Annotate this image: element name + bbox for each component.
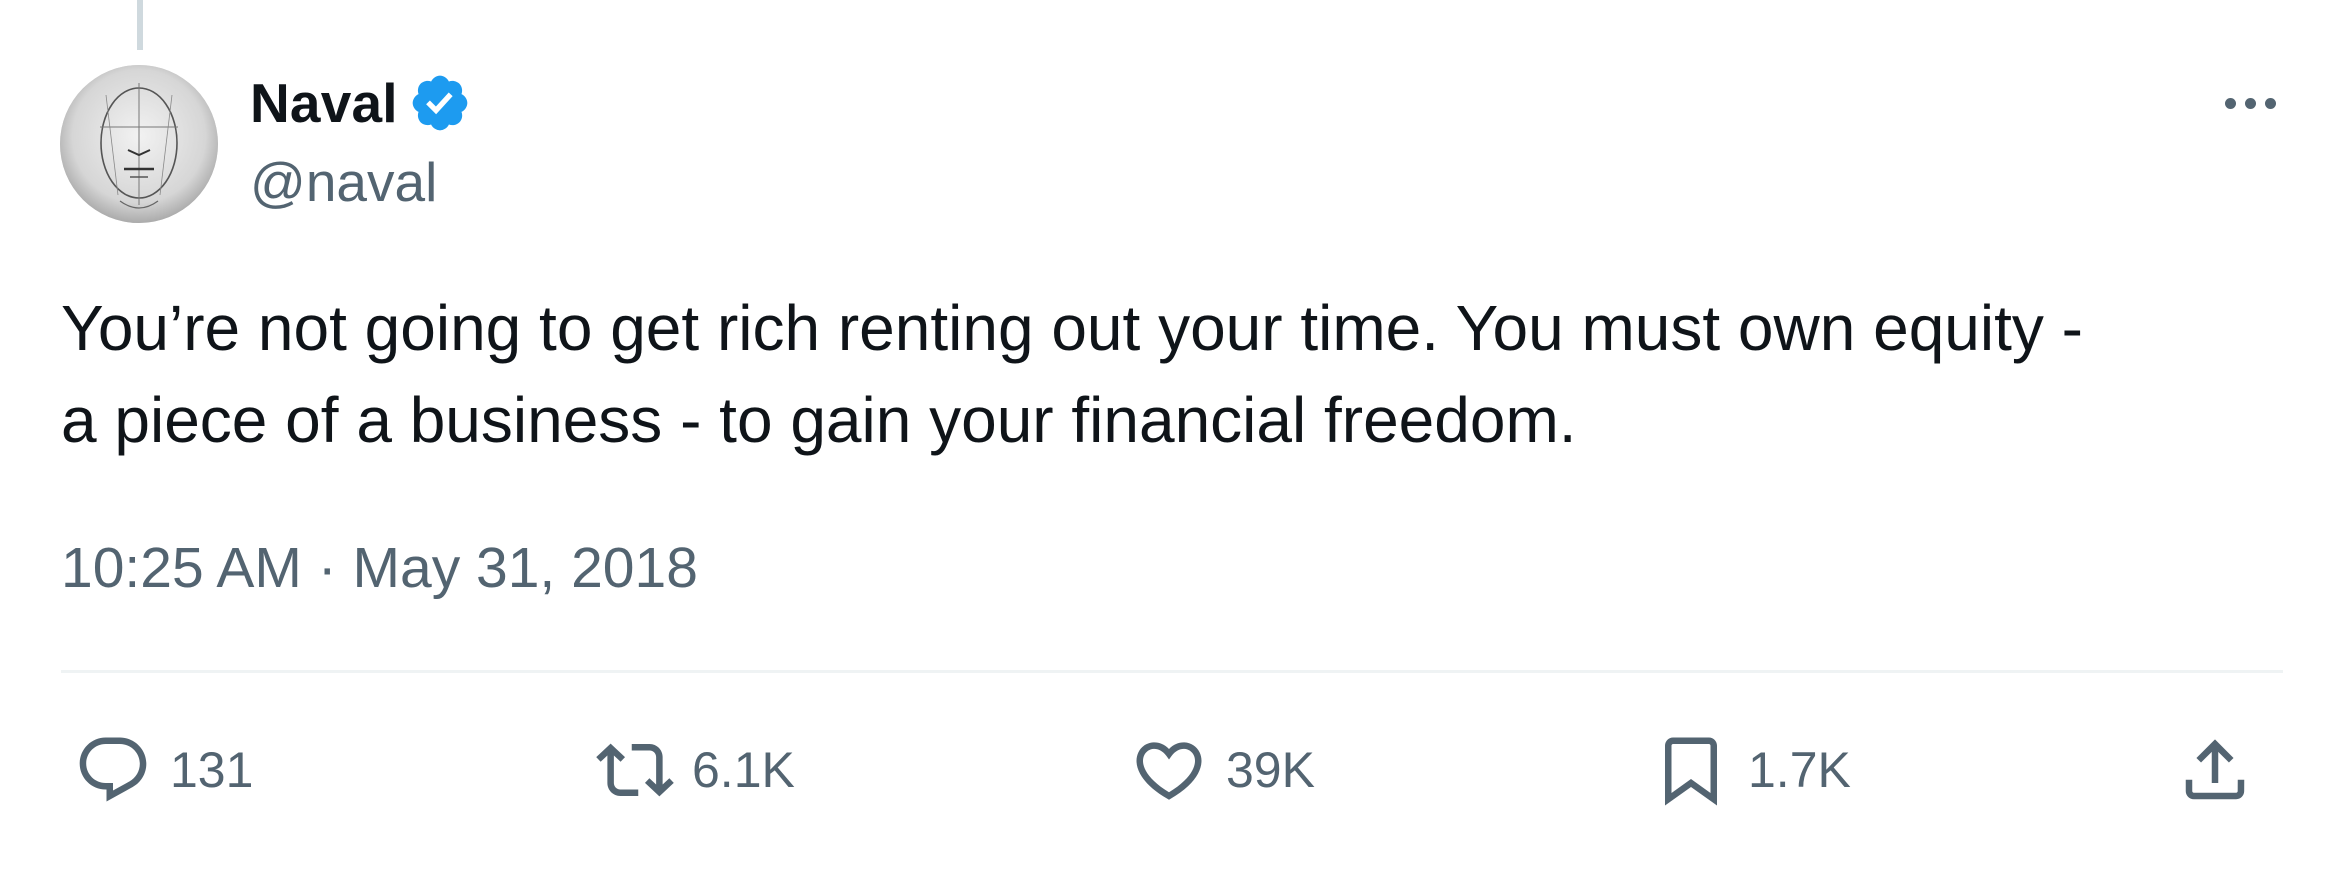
thread-connector-line [137,0,143,50]
divider [61,670,2283,673]
reply-button[interactable]: 131 [74,720,253,820]
reply-icon [79,737,147,802]
more-dot-icon [2224,97,2236,109]
bookmark-count: 1.7K [1748,742,1851,798]
reply-count: 131 [170,742,254,798]
avatar[interactable] [60,65,218,223]
verified-badge-icon[interactable] [408,71,472,135]
tweet-date[interactable]: May 31, 2018 [353,536,698,600]
repost-button[interactable]: 6.1K [596,720,795,820]
more-dot-icon [2244,97,2256,109]
repost-icon [596,743,674,797]
like-button[interactable]: 39K [1130,720,1315,820]
share-button[interactable] [2176,720,2254,820]
tweet-time[interactable]: 10:25 AM [61,536,302,600]
repost-count: 6.1K [692,742,795,798]
heart-icon [1136,742,1202,800]
tweet-action-bar: 131 6.1K 39K 1.7K [0,720,2334,820]
share-icon [2185,739,2245,800]
author-handle[interactable]: @naval [250,150,437,214]
timestamp-separator: · [317,536,337,600]
avatar-sketch-image [60,65,218,223]
more-dot-icon [2264,97,2276,109]
author-display-name[interactable]: Naval [250,71,398,135]
tweet-text: You’re not going to get rich renting out… [61,292,2083,456]
tweet-timestamp: 10:25 AM · May 31, 2018 [61,535,698,601]
more-options-button[interactable] [2210,78,2290,128]
like-count: 39K [1226,742,1315,798]
author-name-row: Naval [250,68,472,138]
bookmark-button[interactable]: 1.7K [1652,720,1851,820]
bookmark-icon [1665,737,1717,806]
